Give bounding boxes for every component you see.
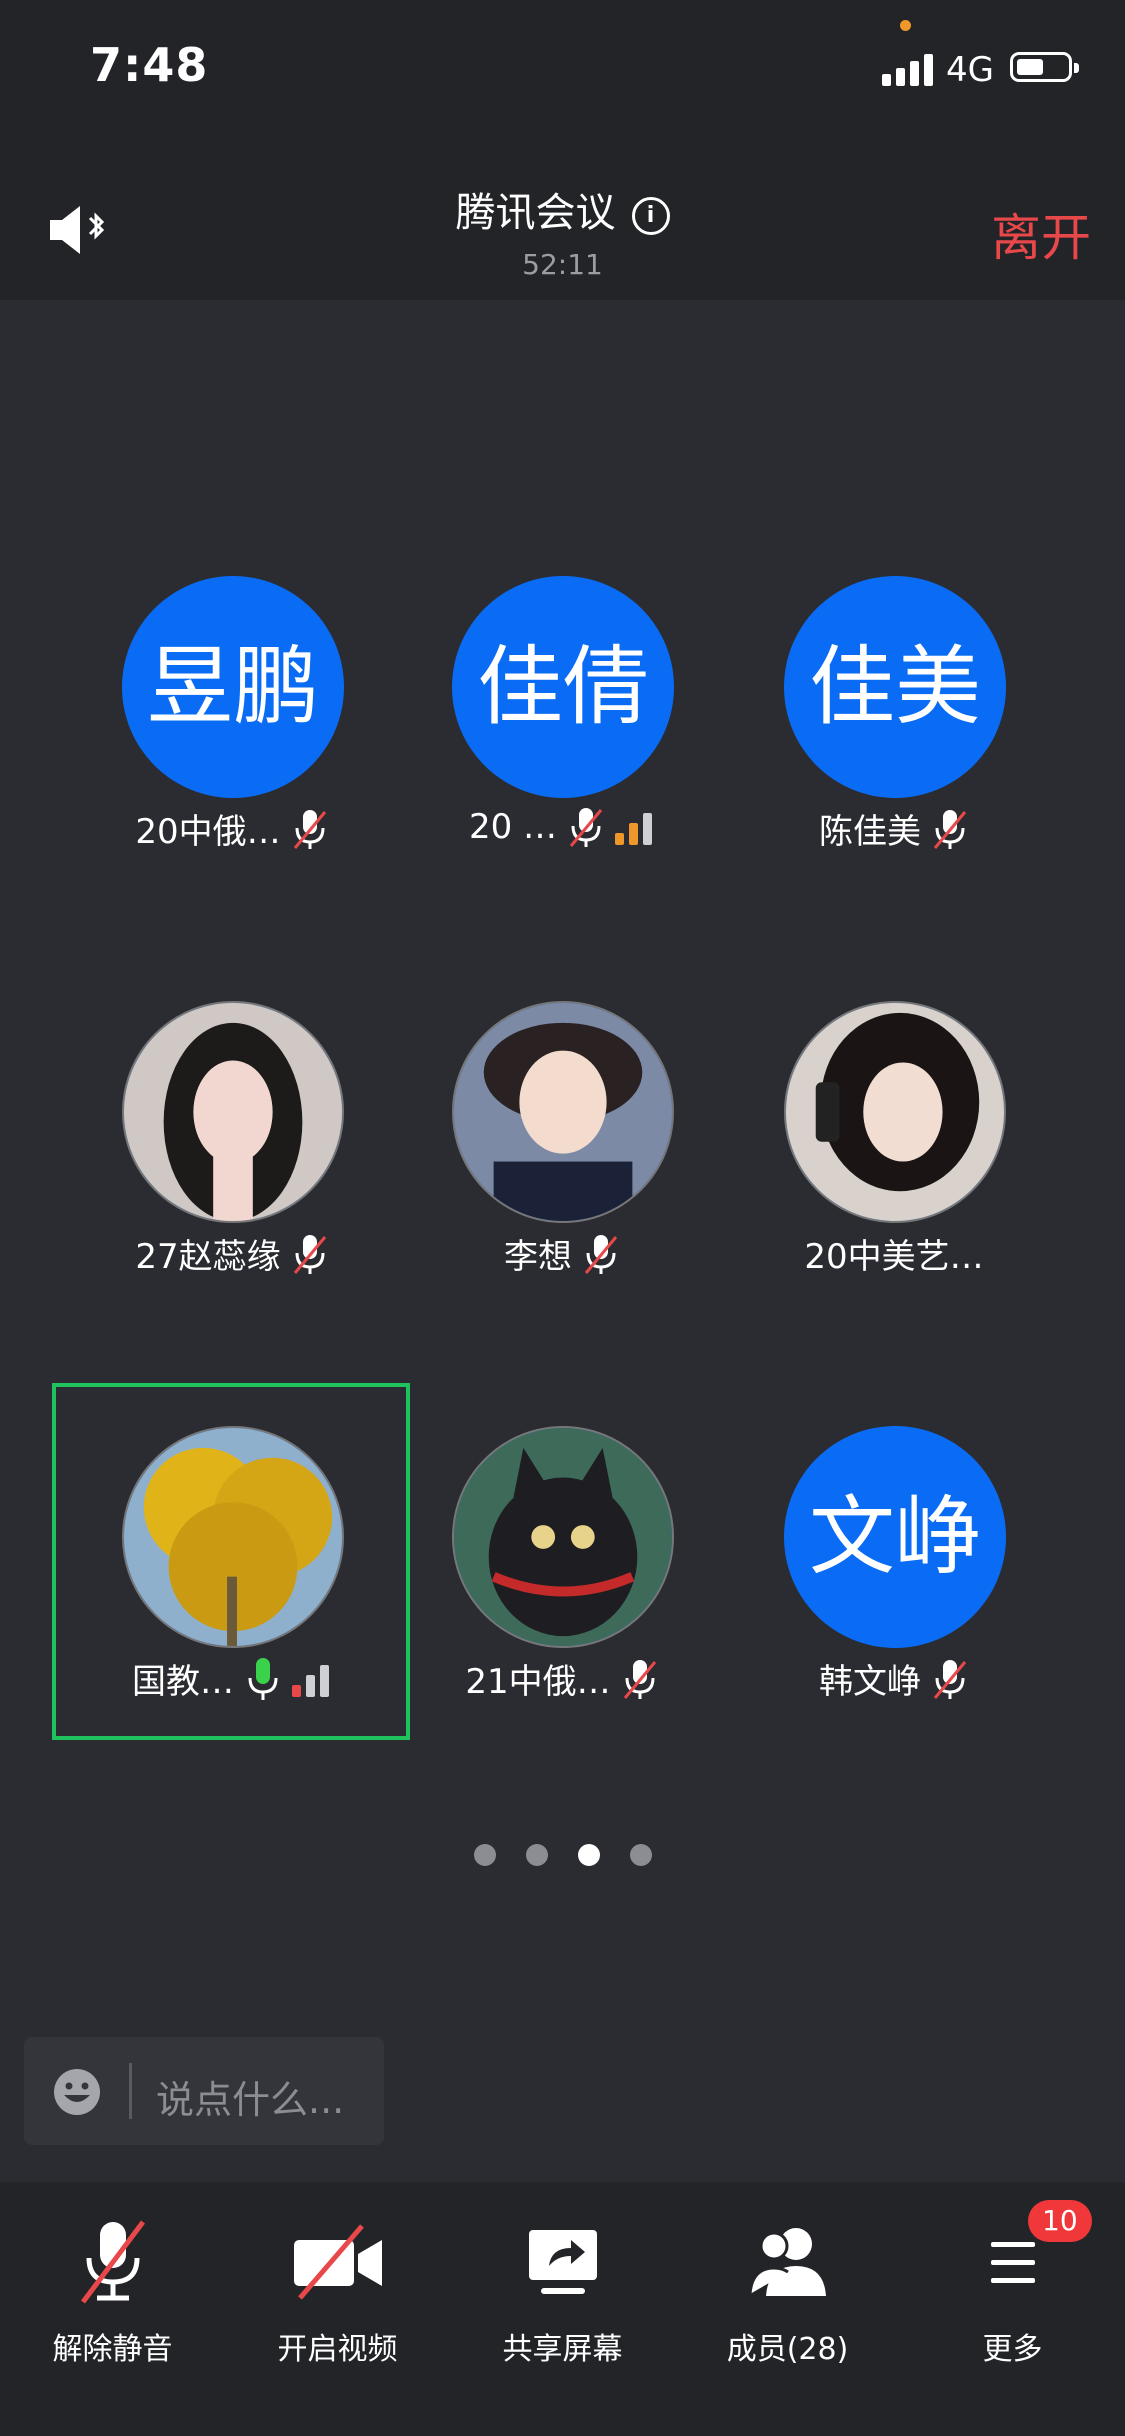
- more-button[interactable]: 10 更多: [900, 2200, 1125, 2367]
- mic-muted-icon: [291, 806, 329, 852]
- participant-tile[interactable]: 21中俄…: [382, 1386, 742, 1746]
- participant-name-row: 20中美艺…: [714, 1229, 1074, 1278]
- status-bar: 7:48 4G: [0, 0, 1125, 140]
- participant-name: 21中俄…: [465, 1662, 611, 1702]
- participant-tile[interactable]: 昱鹏 20中俄…: [52, 536, 412, 896]
- cellular-signal-icon: [882, 52, 934, 86]
- notification-badge: 10: [1028, 2200, 1092, 2242]
- unmute-label: 解除静音: [52, 2332, 173, 2367]
- avatar: 佳美: [784, 576, 1006, 798]
- share-screen-icon: [528, 2230, 597, 2294]
- avatar: [452, 1001, 674, 1223]
- mic-muted-icon: [582, 1231, 620, 1277]
- members-label: 成员(28): [726, 2332, 849, 2367]
- participant-tile[interactable]: 佳倩 20 …: [382, 536, 742, 896]
- signal-strength-icon: [615, 809, 655, 845]
- mic-muted-icon: [291, 1231, 329, 1277]
- page-dot[interactable]: [629, 1844, 652, 1866]
- avatar: [122, 1001, 344, 1223]
- avatar-initials: 文峥: [809, 1487, 981, 1587]
- emoji-icon[interactable]: [52, 2067, 102, 2117]
- start-video-button[interactable]: 开启视频: [225, 2208, 450, 2367]
- participant-name-row: 20 …: [382, 804, 742, 850]
- active-speaker-frame: [52, 1383, 410, 1740]
- battery-icon: [1010, 52, 1079, 82]
- more-label: 更多: [982, 2332, 1043, 2367]
- share-screen-button[interactable]: 共享屏幕: [450, 2208, 675, 2367]
- page-dot[interactable]: [577, 1844, 600, 1866]
- chat-input-bar[interactable]: 说点什么...: [24, 2037, 384, 2145]
- clock: 7:48: [90, 38, 209, 92]
- participant-name-row: 21中俄…: [382, 1654, 742, 1703]
- camera-off-icon: [293, 2224, 382, 2300]
- divider: [129, 2063, 132, 2119]
- participant-name-row: 20中俄…: [52, 804, 412, 853]
- mic-muted-icon: [80, 2220, 145, 2304]
- participant-name-row: 27赵蕊缘: [52, 1229, 412, 1278]
- meeting-duration: 52:11: [522, 248, 603, 281]
- info-icon[interactable]: i: [631, 197, 670, 235]
- avatar: 昱鹏: [122, 576, 344, 798]
- page-dot[interactable]: [473, 1844, 496, 1866]
- page-dot[interactable]: [525, 1844, 548, 1866]
- participant-name-row: 韩文峥: [714, 1654, 1074, 1703]
- avatar: 文峥: [784, 1426, 1006, 1648]
- start-video-label: 开启视频: [277, 2332, 398, 2367]
- mic-muted-icon: [621, 1656, 659, 1702]
- members-button[interactable]: 成员(28): [675, 2208, 900, 2367]
- participant-tile[interactable]: 佳美陈佳美: [714, 536, 1074, 896]
- participant-name: 20中俄…: [135, 812, 281, 852]
- privacy-indicator: [900, 20, 911, 31]
- page-indicator[interactable]: [0, 1844, 1125, 1866]
- participant-tile[interactable]: 20中美艺…: [714, 961, 1074, 1321]
- members-icon: [748, 2228, 826, 2296]
- bottom-toolbar: 解除静音 开启视频 共享屏幕 成员(28) 10 更多: [0, 2182, 1125, 2436]
- chat-input[interactable]: 说点什么...: [156, 2069, 344, 2124]
- avatar: [452, 1426, 674, 1648]
- participant-tile[interactable]: 27赵蕊缘: [52, 961, 412, 1321]
- participant-name: 韩文峥: [819, 1662, 921, 1702]
- avatar-initials: 佳美: [809, 637, 981, 737]
- participant-name: 20 …: [468, 807, 558, 847]
- leave-button[interactable]: 离开: [991, 198, 1091, 270]
- share-screen-label: 共享屏幕: [502, 2332, 623, 2367]
- meeting-header: 腾讯会议 i 52:11 离开: [0, 140, 1125, 300]
- participant-name-row: 李想: [382, 1229, 742, 1278]
- avatar: 佳倩: [452, 576, 674, 798]
- avatar-initials: 佳倩: [477, 637, 649, 737]
- participant-name-row: 陈佳美: [714, 804, 1074, 853]
- participant-tile[interactable]: 李想: [382, 961, 742, 1321]
- network-type: 4G: [946, 50, 994, 90]
- avatar: [784, 1001, 1006, 1223]
- meeting-title-text: 腾讯会议: [455, 190, 616, 236]
- participant-tile[interactable]: 文峥韩文峥: [714, 1386, 1074, 1746]
- mic-muted-icon: [931, 1656, 969, 1702]
- avatar-initials: 昱鹏: [147, 637, 319, 737]
- unmute-button[interactable]: 解除静音: [0, 2208, 225, 2367]
- participant-name: 27赵蕊缘: [135, 1237, 281, 1277]
- mic-muted-icon: [931, 806, 969, 852]
- participant-name: 李想: [504, 1237, 572, 1277]
- participant-name: 20中美艺…: [804, 1237, 984, 1277]
- participant-name: 陈佳美: [819, 812, 921, 852]
- mic-muted-icon: [567, 804, 605, 850]
- meeting-title[interactable]: 腾讯会议 i: [0, 180, 1125, 238]
